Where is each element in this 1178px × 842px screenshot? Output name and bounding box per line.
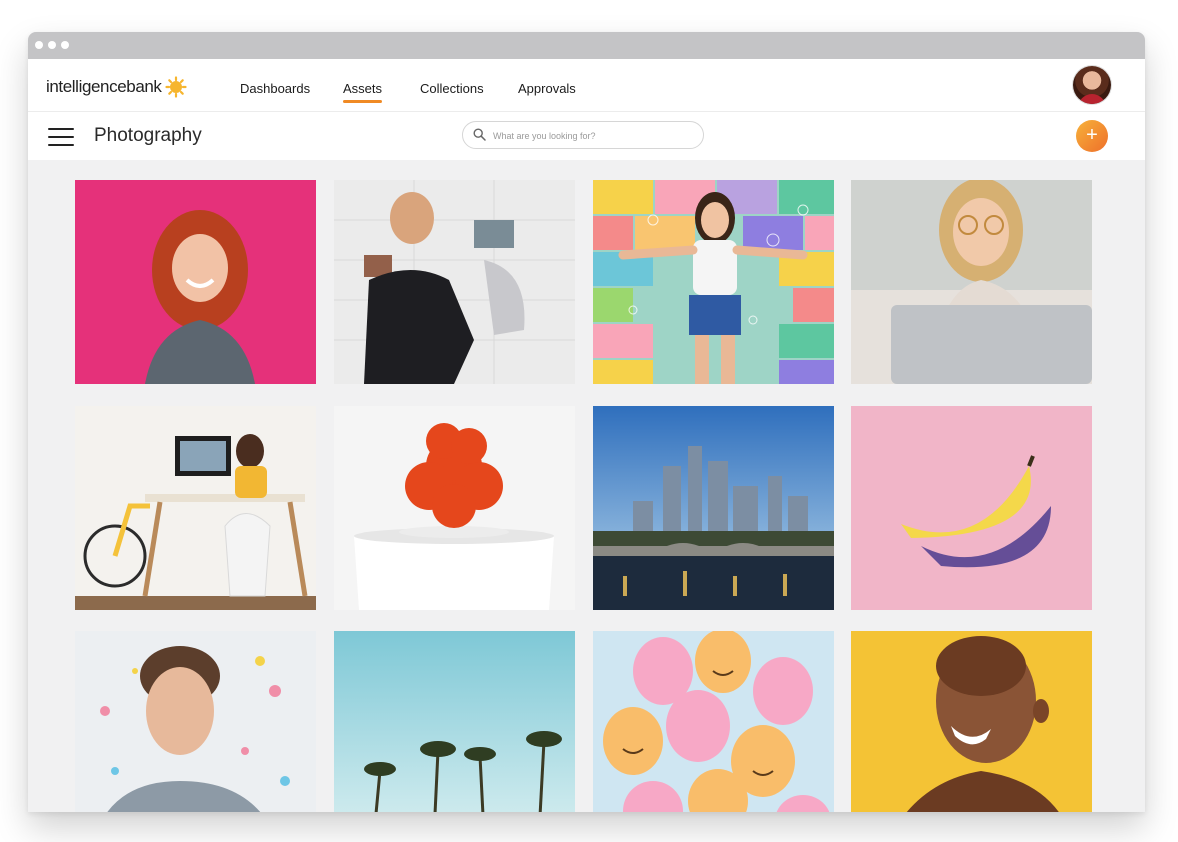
asset-tile[interactable]: [75, 180, 316, 384]
photo-woman-laptop-glasses-icon: [851, 180, 1092, 384]
photo-palm-trees-blue-sky-icon: [334, 631, 575, 812]
photo-young-man-confetti-icon: [75, 631, 316, 812]
photo-smiley-balloons-icon: [593, 631, 834, 812]
photo-woman-bubbles-colored-bricks-icon: [593, 180, 834, 384]
window-close-dot[interactable]: [35, 41, 43, 49]
nav-collections[interactable]: Collections: [420, 81, 484, 96]
asset-tile[interactable]: [593, 406, 834, 610]
asset-tile[interactable]: [75, 406, 316, 610]
asset-tile[interactable]: [593, 631, 834, 812]
logo-text: intelligencebank: [46, 77, 162, 97]
photo-banana-pink-background-icon: [851, 406, 1092, 610]
sun-logo-icon: [164, 76, 187, 98]
hamburger-menu-icon[interactable]: [48, 128, 74, 146]
nav-dashboards[interactable]: Dashboards: [240, 81, 310, 96]
nav-approvals[interactable]: Approvals: [518, 81, 576, 96]
brand-logo[interactable]: intelligencebank: [46, 75, 187, 99]
photo-laughing-woman-yellow-icon: [851, 631, 1092, 812]
photo-desk-workspace-bicycle-icon: [75, 406, 316, 610]
asset-tile[interactable]: [851, 406, 1092, 610]
photo-woman-red-hair-pink-wall-icon: [75, 180, 316, 384]
photo-red-plant-white-pot-icon: [334, 406, 575, 610]
asset-tile[interactable]: [75, 631, 316, 812]
window-maximize-dot[interactable]: [61, 41, 69, 49]
window-titlebar: [28, 32, 1145, 59]
browser-window: intelligencebank Dashboards Assets Colle…: [28, 32, 1145, 812]
page-title: Photography: [94, 125, 202, 146]
logo-text-part1: intelligence: [46, 77, 127, 96]
asset-tile[interactable]: [593, 180, 834, 384]
photo-city-skyline-bridge-icon: [593, 406, 834, 610]
add-asset-button[interactable]: +: [1076, 120, 1108, 152]
user-avatar[interactable]: [1073, 66, 1111, 104]
asset-tile[interactable]: [334, 180, 575, 384]
search-box[interactable]: [462, 121, 704, 149]
search-input[interactable]: [491, 126, 695, 146]
page-header: Photography +: [28, 112, 1145, 160]
photo-man-pinning-photos-icon: [334, 180, 575, 384]
search-icon: [473, 128, 486, 141]
window-minimize-dot[interactable]: [48, 41, 56, 49]
asset-grid: [75, 180, 1095, 812]
asset-tile[interactable]: [334, 631, 575, 812]
asset-tile[interactable]: [851, 180, 1092, 384]
logo-text-part2: bank: [126, 77, 162, 96]
asset-tile[interactable]: [851, 631, 1092, 812]
asset-tile[interactable]: [334, 406, 575, 610]
top-navigation: intelligencebank Dashboards Assets Colle…: [28, 59, 1145, 112]
nav-assets[interactable]: Assets: [343, 81, 383, 103]
